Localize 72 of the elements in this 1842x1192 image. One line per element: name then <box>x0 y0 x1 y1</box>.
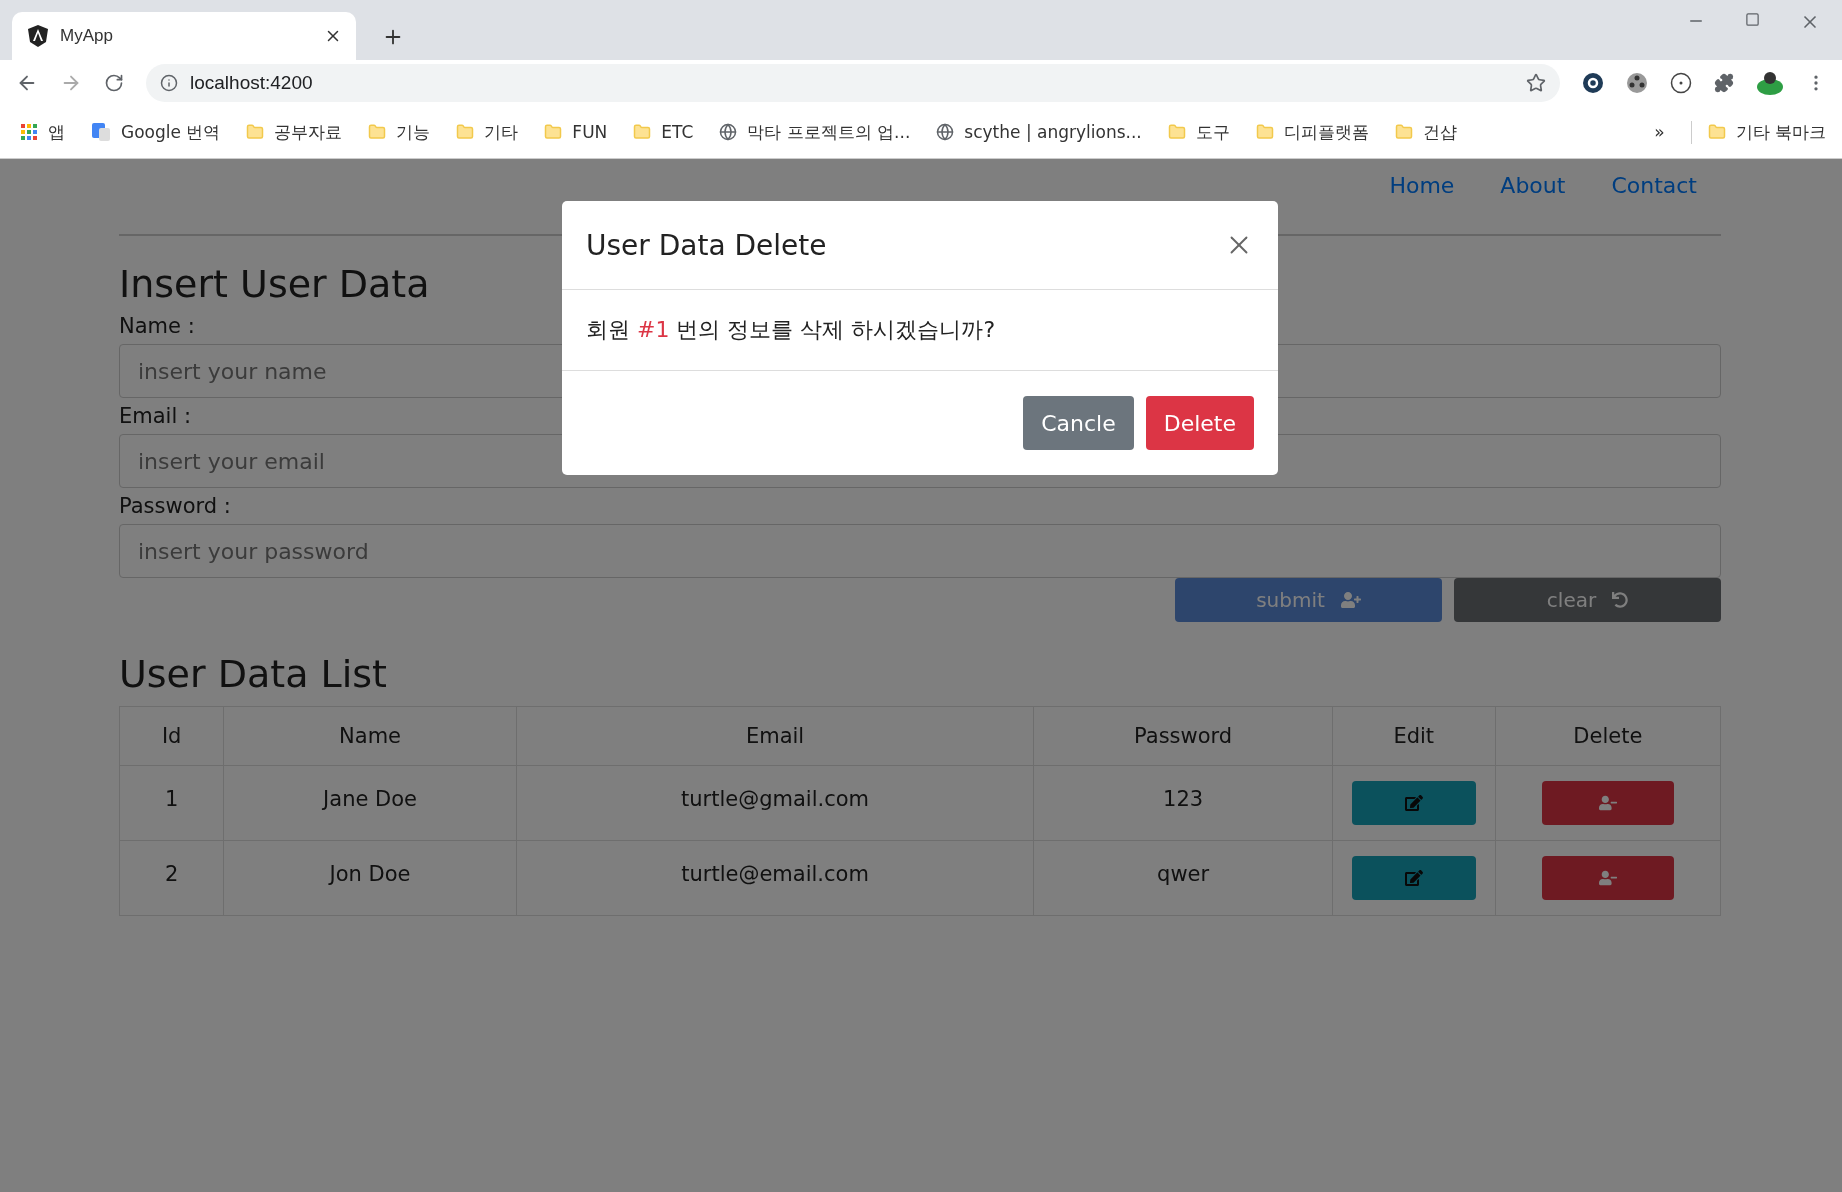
globe-icon <box>936 123 955 141</box>
confirm-message: 회원 #1 번의 정보를 삭제 하시겠습니까? <box>586 316 996 344</box>
bookmark[interactable]: 기타 북마크 <box>1690 120 1826 144</box>
folder-icon <box>1394 123 1413 141</box>
folder-icon <box>544 123 563 141</box>
table-cell: turtle@email.com <box>516 840 1034 916</box>
column-header: Password <box>1033 706 1333 766</box>
info-icon <box>160 74 178 92</box>
bookmark[interactable]: 디피플랫폼 <box>1255 120 1369 144</box>
field-label: Password : <box>119 494 231 518</box>
table-cell: 123 <box>1033 765 1333 841</box>
more-bookmarks[interactable]: » <box>1654 122 1665 142</box>
field-label: Name : <box>119 314 195 338</box>
address-bar[interactable]: localhost:4200 <box>146 64 1560 102</box>
folder-icon <box>368 123 387 141</box>
folder-icon <box>1707 123 1726 141</box>
edit-icon <box>1404 794 1423 812</box>
translate-icon <box>91 122 111 142</box>
apps-icon <box>20 123 38 141</box>
input-field[interactable]: insert your password <box>119 524 1721 578</box>
table-cell: Jane Doe <box>223 765 517 841</box>
folder-icon <box>1167 123 1186 141</box>
film-reel-icon[interactable] <box>1626 72 1648 94</box>
shield-logo-icon <box>28 25 48 47</box>
folder-icon <box>246 123 265 141</box>
table-cell: Jon Doe <box>223 840 517 916</box>
remove-user-icon <box>1598 869 1617 887</box>
bookmark[interactable]: 기타 <box>456 120 519 144</box>
bookmark[interactable]: 막타 프로젝트의 업... <box>719 120 911 144</box>
field-label: Email : <box>119 404 191 428</box>
column-header: Id <box>119 706 224 766</box>
column-header: Delete <box>1495 706 1721 766</box>
column-header: Email <box>516 706 1034 766</box>
remove-user-icon <box>1598 794 1617 812</box>
column-header: Edit <box>1332 706 1496 766</box>
column-header: Name <box>223 706 517 766</box>
bookmark[interactable]: 도구 <box>1167 120 1230 144</box>
url-text: localhost:4200 <box>190 72 314 94</box>
extension-icon[interactable] <box>1670 72 1692 94</box>
add-user-icon <box>1340 590 1361 610</box>
folder-icon <box>633 123 652 141</box>
section-heading: Insert User Data <box>119 262 430 306</box>
globe-icon <box>719 123 738 141</box>
extension-icon[interactable] <box>1582 72 1604 94</box>
table-cell: 1 <box>119 765 224 841</box>
undo-icon <box>1612 592 1629 608</box>
folder-icon <box>456 123 475 141</box>
bookmark[interactable]: ETC <box>633 122 694 142</box>
delete-user-button[interactable] <box>1541 856 1674 900</box>
modal-title: User Data Delete <box>586 228 827 262</box>
bookmark[interactable]: FUN <box>544 122 608 142</box>
reload-icon[interactable] <box>104 73 124 93</box>
bookmark[interactable]: Google 번역 <box>91 120 221 144</box>
puzzle-icon[interactable] <box>1714 73 1734 93</box>
star-icon[interactable] <box>1526 73 1546 93</box>
folder-icon <box>1255 123 1274 141</box>
edit-icon <box>1404 869 1423 887</box>
bookmark[interactable]: 공부자료 <box>246 120 343 144</box>
turtle-avatar-icon[interactable] <box>1756 70 1784 96</box>
table-cell: qwer <box>1033 840 1333 916</box>
browser-tab[interactable]: MyApp <box>12 12 356 60</box>
table-cell: 2 <box>119 840 224 916</box>
delete-button[interactable]: Delete <box>1145 396 1254 450</box>
bookmark[interactable]: 건샵 <box>1394 120 1457 144</box>
cancel-button[interactable]: Cancle <box>1023 396 1134 450</box>
section-heading: User Data List <box>119 652 387 696</box>
tab-title: MyApp <box>60 26 114 46</box>
table-cell: turtle@gmail.com <box>516 765 1034 841</box>
bookmark[interactable]: 기능 <box>368 120 431 144</box>
bookmark[interactable]: scythe | angrylions... <box>936 122 1142 142</box>
delete-user-button[interactable] <box>1541 781 1674 825</box>
bookmark[interactable]: 앱 <box>20 120 65 144</box>
